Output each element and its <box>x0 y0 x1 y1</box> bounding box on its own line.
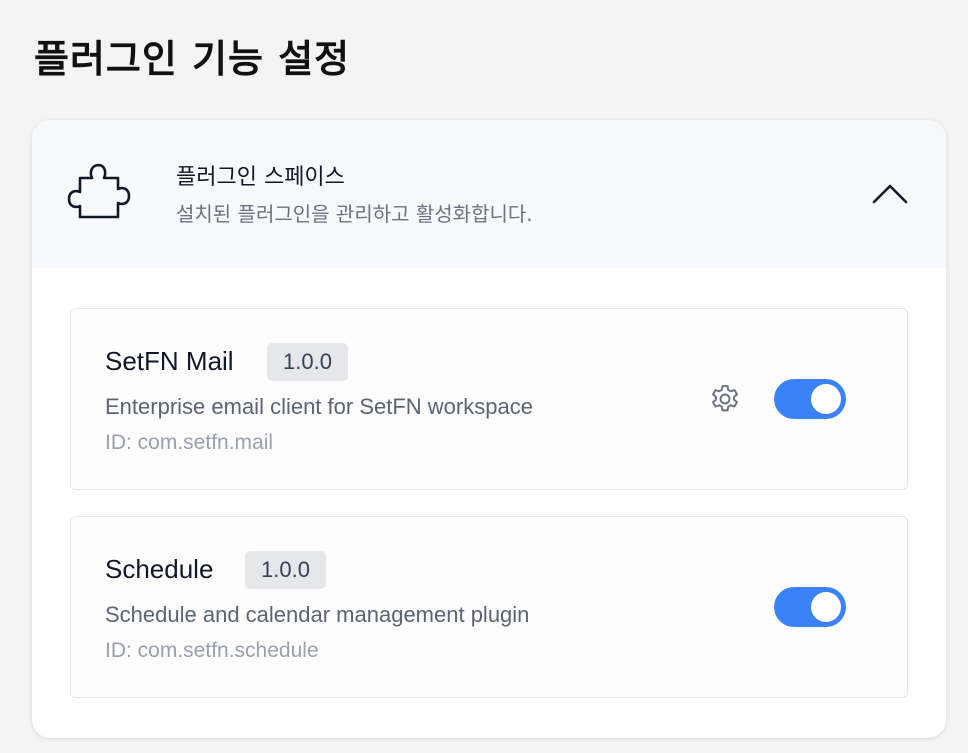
version-badge: 1.0.0 <box>267 343 348 381</box>
plugin-id: ID: com.setfn.schedule <box>105 639 319 662</box>
plugin-space-panel: 플러그인 스페이스 설치된 플러그인을 관리하고 활성화합니다. SetFN M… <box>32 120 946 738</box>
page-title: 플러그인 기능 설정 <box>34 37 351 81</box>
gear-icon[interactable] <box>707 381 743 417</box>
plugin-name: SetFN Mail <box>105 346 234 376</box>
plugin-description: Schedule and calendar management plugin <box>105 602 530 627</box>
toggle-knob <box>811 384 841 414</box>
plugin-name: Schedule <box>105 554 214 584</box>
puzzle-icon <box>67 163 131 219</box>
plugin-description: Enterprise email client for SetFN worksp… <box>105 394 533 419</box>
version-badge: 1.0.0 <box>245 551 326 589</box>
plugin-card-setfn-mail: SetFN Mail 1.0.0 Enterprise email client… <box>70 308 908 490</box>
plugin-card-schedule: Schedule 1.0.0 Schedule and calendar man… <box>70 516 908 698</box>
toggle-knob <box>811 592 841 622</box>
plugin-id: ID: com.setfn.mail <box>105 431 274 454</box>
section-subtitle: 설치된 플러그인을 관리하고 활성화합니다. <box>176 202 533 226</box>
chevron-up-icon <box>872 184 908 204</box>
enable-toggle[interactable] <box>774 587 846 627</box>
section-title: 플러그인 스페이스 <box>176 165 345 190</box>
enable-toggle[interactable] <box>774 379 846 419</box>
plugin-space-header[interactable]: 플러그인 스페이스 설치된 플러그인을 관리하고 활성화합니다. <box>32 120 946 268</box>
collapse-button[interactable] <box>862 172 918 216</box>
